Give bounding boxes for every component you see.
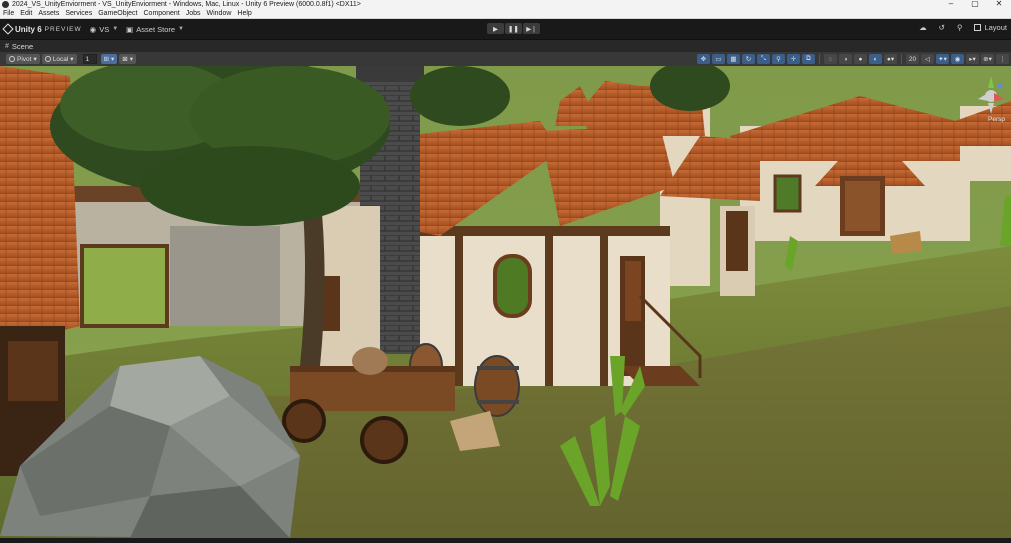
scene-render — [0, 66, 1011, 538]
gizmos-dropdown[interactable]: ⊕▾ — [981, 54, 994, 64]
scene-tab-strip: # Scene — [0, 39, 1011, 52]
menu-component[interactable]: Component — [144, 10, 180, 17]
window-title-bar: 2024_VS_UnityEnviorment - VS_UnityEnvior… — [0, 0, 1011, 9]
local-space-icon — [44, 56, 51, 62]
account-dropdown[interactable]: ◉ VS ▼ — [90, 25, 119, 34]
tab-scene[interactable]: # Scene — [5, 42, 33, 51]
pivot-icon — [9, 56, 15, 62]
wireframe-shading-icon[interactable]: ◌ — [824, 54, 837, 64]
menu-assets[interactable]: Assets — [38, 10, 59, 17]
grid-icon: ⊞ — [103, 56, 109, 63]
menu-file[interactable]: File — [3, 10, 14, 17]
pause-button[interactable]: ❚❚ — [505, 23, 522, 34]
asset-store-label: Asset Store — [136, 24, 176, 34]
main-toolbar: Unity 6 PREVIEW ◉ VS ▼ ▣ Asset Store ▼ ▶… — [0, 19, 1011, 39]
menu-services[interactable]: Services — [65, 10, 92, 17]
chevron-down-icon: ▼ — [178, 26, 184, 32]
chevron-down-icon: ▾ — [110, 56, 115, 63]
scene-hash-icon: # — [5, 42, 9, 50]
unity-cube-icon — [2, 23, 14, 35]
view-tool-icon[interactable]: ⚲ — [772, 54, 785, 64]
scale-tool-icon[interactable]: ⤡ — [757, 54, 770, 64]
scene-toolbar-right: ✥ ▭ ▦ ↻ ⤡ ⚲ ✛ ⧉ ◌ ◑ ● ◐ ●▾ 20 ◁ ✦▾ ◉ ▸▾ … — [697, 54, 1009, 64]
snap-icon: ⊠ — [122, 56, 128, 63]
pivot-toggle[interactable]: Pivot ▾ — [6, 54, 40, 64]
shopping-bag-icon: ▣ — [126, 24, 134, 34]
effects-dropdown[interactable]: ✦▾ — [936, 54, 949, 64]
status-bar — [0, 538, 1011, 543]
custom-tool-icon[interactable]: ✛ — [787, 54, 800, 64]
playmode-controls: ▶ ❚❚ ▶❘ — [487, 23, 540, 34]
scene-viewport[interactable]: Persp — [0, 66, 1011, 538]
minimize-button[interactable]: – — [939, 0, 963, 9]
play-button[interactable]: ▶ — [487, 23, 504, 34]
window-title: 2024_VS_UnityEnviorment - VS_UnityEnvior… — [12, 1, 361, 8]
step-button[interactable]: ▶❘ — [523, 23, 540, 34]
menu-help[interactable]: Help — [237, 10, 251, 17]
move-tool-icon[interactable]: ✥ — [697, 54, 710, 64]
rect-tool-icon[interactable]: ▭ — [712, 54, 725, 64]
snap-settings-toggle[interactable]: ⊠ ▾ — [119, 54, 136, 64]
draw-mode-dropdown[interactable]: ●▾ — [884, 54, 897, 64]
editor-tool-icon[interactable]: ⧉ — [802, 54, 815, 64]
transform-tool-icon[interactable]: ▦ — [727, 54, 740, 64]
grid-visibility-toggle[interactable]: ⊞ ▾ — [100, 54, 118, 64]
camera-settings-icon[interactable]: ▸▾ — [966, 54, 979, 64]
chevron-down-icon: ▾ — [33, 56, 37, 63]
unity-preview-label: PREVIEW — [44, 25, 82, 33]
unity-logo: Unity 6 PREVIEW — [2, 23, 82, 35]
audio-toggle-icon[interactable]: ◁ — [921, 54, 934, 64]
orientation-gizmo-icon[interactable] — [975, 70, 1007, 120]
layout-grid-icon — [974, 24, 982, 31]
rotate-tool-icon[interactable]: ↻ — [742, 54, 755, 64]
toolbar-left-group: Unity 6 PREVIEW ◉ VS ▼ ▣ Asset Store ▼ — [2, 23, 184, 35]
asset-store-dropdown[interactable]: ▣ Asset Store ▼ — [126, 25, 184, 34]
toolbar-divider — [901, 54, 902, 64]
space-toggle[interactable]: Local ▾ — [41, 54, 77, 64]
shaded-wireframe-icon[interactable]: ◑ — [839, 54, 852, 64]
pivot-label: Pivot — [17, 55, 32, 63]
hidden-objects-toggle-icon[interactable]: ◉ — [951, 54, 964, 64]
scene-toolbar: Pivot ▾ Local ▾ 1 ⊞ ▾ ⊠ ▾ ✥ ▭ ▦ ↻ ⤡ ⚲ ✛ … — [0, 52, 1011, 66]
unity-app-icon — [2, 1, 9, 8]
search-icon[interactable]: ⚲ — [957, 23, 963, 32]
unity-brand-label: Unity 6 — [15, 24, 42, 34]
maximize-button[interactable]: ▢ — [963, 0, 987, 9]
cloud-icon[interactable]: ☁ — [919, 23, 927, 32]
layout-label: Layout — [984, 23, 1007, 32]
close-button[interactable]: ✕ — [987, 0, 1011, 9]
menu-jobs[interactable]: Jobs — [186, 10, 201, 17]
window-controls: – ▢ ✕ — [939, 0, 1011, 9]
scene-view-options-icon[interactable]: ⋮ — [996, 54, 1009, 64]
2d-toggle[interactable]: 20 — [906, 54, 919, 64]
account-icon: ◉ — [89, 24, 97, 34]
projection-label[interactable]: Persp — [988, 116, 1005, 123]
toolbar-right-group: ☁ ↺ ⚲ Layout — [919, 23, 1007, 32]
toolbar-divider — [819, 54, 820, 64]
grid-size-field[interactable]: 1 — [82, 54, 97, 64]
chevron-down-icon: ▾ — [70, 56, 74, 63]
unlit-shading-icon[interactable]: ● — [854, 54, 867, 64]
undo-history-icon[interactable]: ↺ — [939, 23, 945, 32]
chevron-down-icon: ▼ — [112, 26, 119, 32]
menu-gameobject[interactable]: GameObject — [98, 10, 137, 17]
menu-edit[interactable]: Edit — [20, 10, 32, 17]
space-label: Local — [52, 55, 69, 63]
tab-scene-label: Scene — [11, 41, 34, 51]
shaded-mode-icon[interactable]: ◐ — [869, 54, 882, 64]
menu-window[interactable]: Window — [207, 10, 232, 17]
menu-bar: File Edit Assets Services GameObject Com… — [0, 9, 1011, 19]
account-label: VS — [99, 24, 110, 34]
chevron-down-icon: ▾ — [129, 56, 133, 63]
layout-dropdown[interactable]: Layout — [974, 23, 1007, 32]
